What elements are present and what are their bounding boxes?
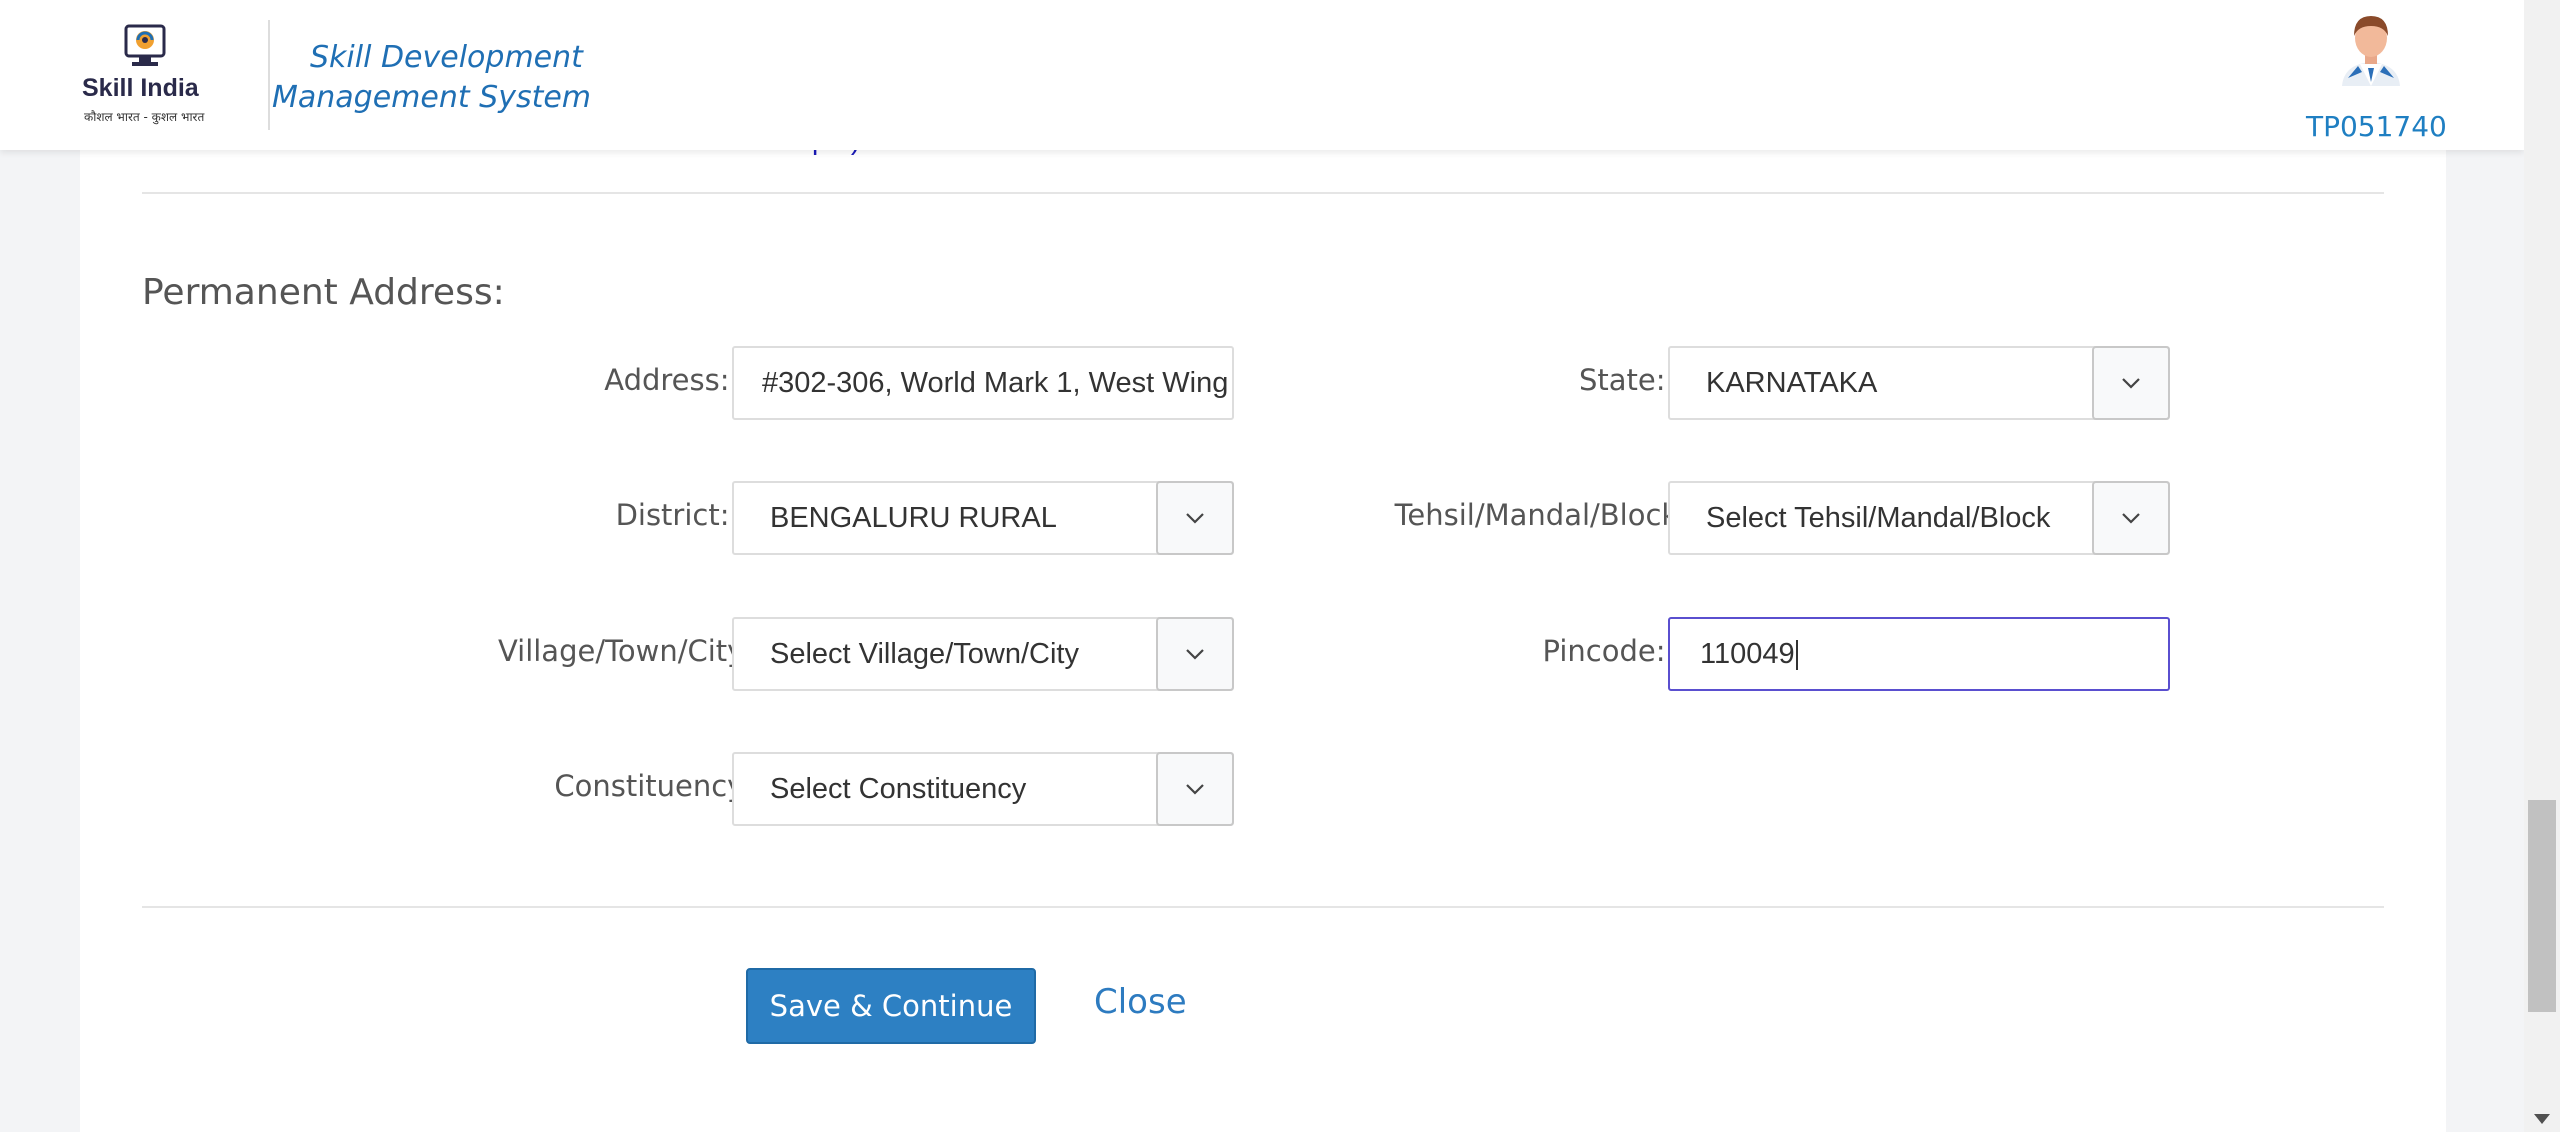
state-value: KARNATAKA — [1706, 366, 1878, 399]
skill-india-emblem-icon — [124, 24, 166, 66]
constituency-dropdown-button[interactable] — [1156, 752, 1234, 826]
skill-india-logo[interactable]: Skill India कौशल भारत - कुशल भारत — [78, 22, 208, 128]
top-divider — [142, 192, 2384, 194]
district-value: BENGALURU RURAL — [770, 501, 1057, 534]
scroll-down-arrow-icon[interactable] — [2534, 1114, 2550, 1124]
chevron-down-icon — [2122, 513, 2140, 524]
page-scrollbar[interactable] — [2524, 0, 2560, 1132]
constituency-value: Select Constituency — [770, 772, 1027, 805]
user-avatar-icon[interactable] — [2336, 12, 2406, 86]
village-value: Select Village/Town/City — [770, 637, 1079, 670]
pincode-input[interactable]: 110049 — [1668, 617, 2170, 691]
district-select[interactable]: BENGALURU RURAL — [732, 481, 1234, 555]
district-dropdown-button[interactable] — [1156, 481, 1234, 555]
chevron-down-icon — [1186, 784, 1204, 795]
chevron-down-icon — [1186, 513, 1204, 524]
tehsil-select[interactable]: Select Tehsil/Mandal/Block — [1668, 481, 2170, 555]
section-title: Permanent Address: — [142, 272, 505, 313]
tehsil-value: Select Tehsil/Mandal/Block — [1706, 501, 2051, 534]
address-label: Address:* — [604, 363, 752, 397]
text-cursor — [1795, 639, 1798, 670]
tehsil-dropdown-button[interactable] — [2092, 481, 2170, 555]
pincode-label: Pincode:* — [1543, 634, 1689, 668]
constituency-select[interactable]: Select Constituency — [732, 752, 1234, 826]
header-divider — [268, 20, 270, 130]
save-continue-button[interactable]: Save & Continue — [746, 968, 1036, 1044]
village-label: Village/Town/City: — [497, 634, 752, 668]
village-dropdown-button[interactable] — [1156, 617, 1234, 691]
chevron-down-icon — [1186, 649, 1204, 660]
logo-tagline: कौशल भारत - कुशल भारत — [84, 110, 205, 124]
scrollbar-thumb[interactable] — [2528, 800, 2556, 1012]
constituency-label: Constituency: — [554, 769, 752, 803]
state-dropdown-button[interactable] — [2092, 346, 2170, 420]
address-value: #302-306, World Mark 1, West Wing — [762, 366, 1229, 399]
logo-title: Skill India — [82, 74, 199, 102]
chevron-down-icon — [2122, 378, 2140, 389]
top-header: Skill India कौशल भारत - कुशल भारत Skill … — [0, 0, 2524, 150]
bottom-divider — [142, 906, 2384, 908]
user-id[interactable]: TP051740 — [2306, 110, 2447, 143]
village-select[interactable]: Select Village/Town/City — [732, 617, 1234, 691]
app-title: Skill Development Management System — [272, 40, 592, 115]
tehsil-label: Tehsil/Mandal/Block: — [1394, 498, 1688, 532]
page-viewport: pdf) Permanent Address: Address:* #302-3… — [0, 0, 2560, 1132]
close-link[interactable]: Close — [1094, 982, 1187, 1022]
pincode-value: 110049 — [1670, 638, 2168, 671]
state-select[interactable]: KARNATAKA — [1668, 346, 2170, 420]
address-input[interactable]: #302-306, World Mark 1, West Wing — [732, 346, 1234, 420]
form-card: pdf) Permanent Address: Address:* #302-3… — [80, 0, 2446, 1132]
